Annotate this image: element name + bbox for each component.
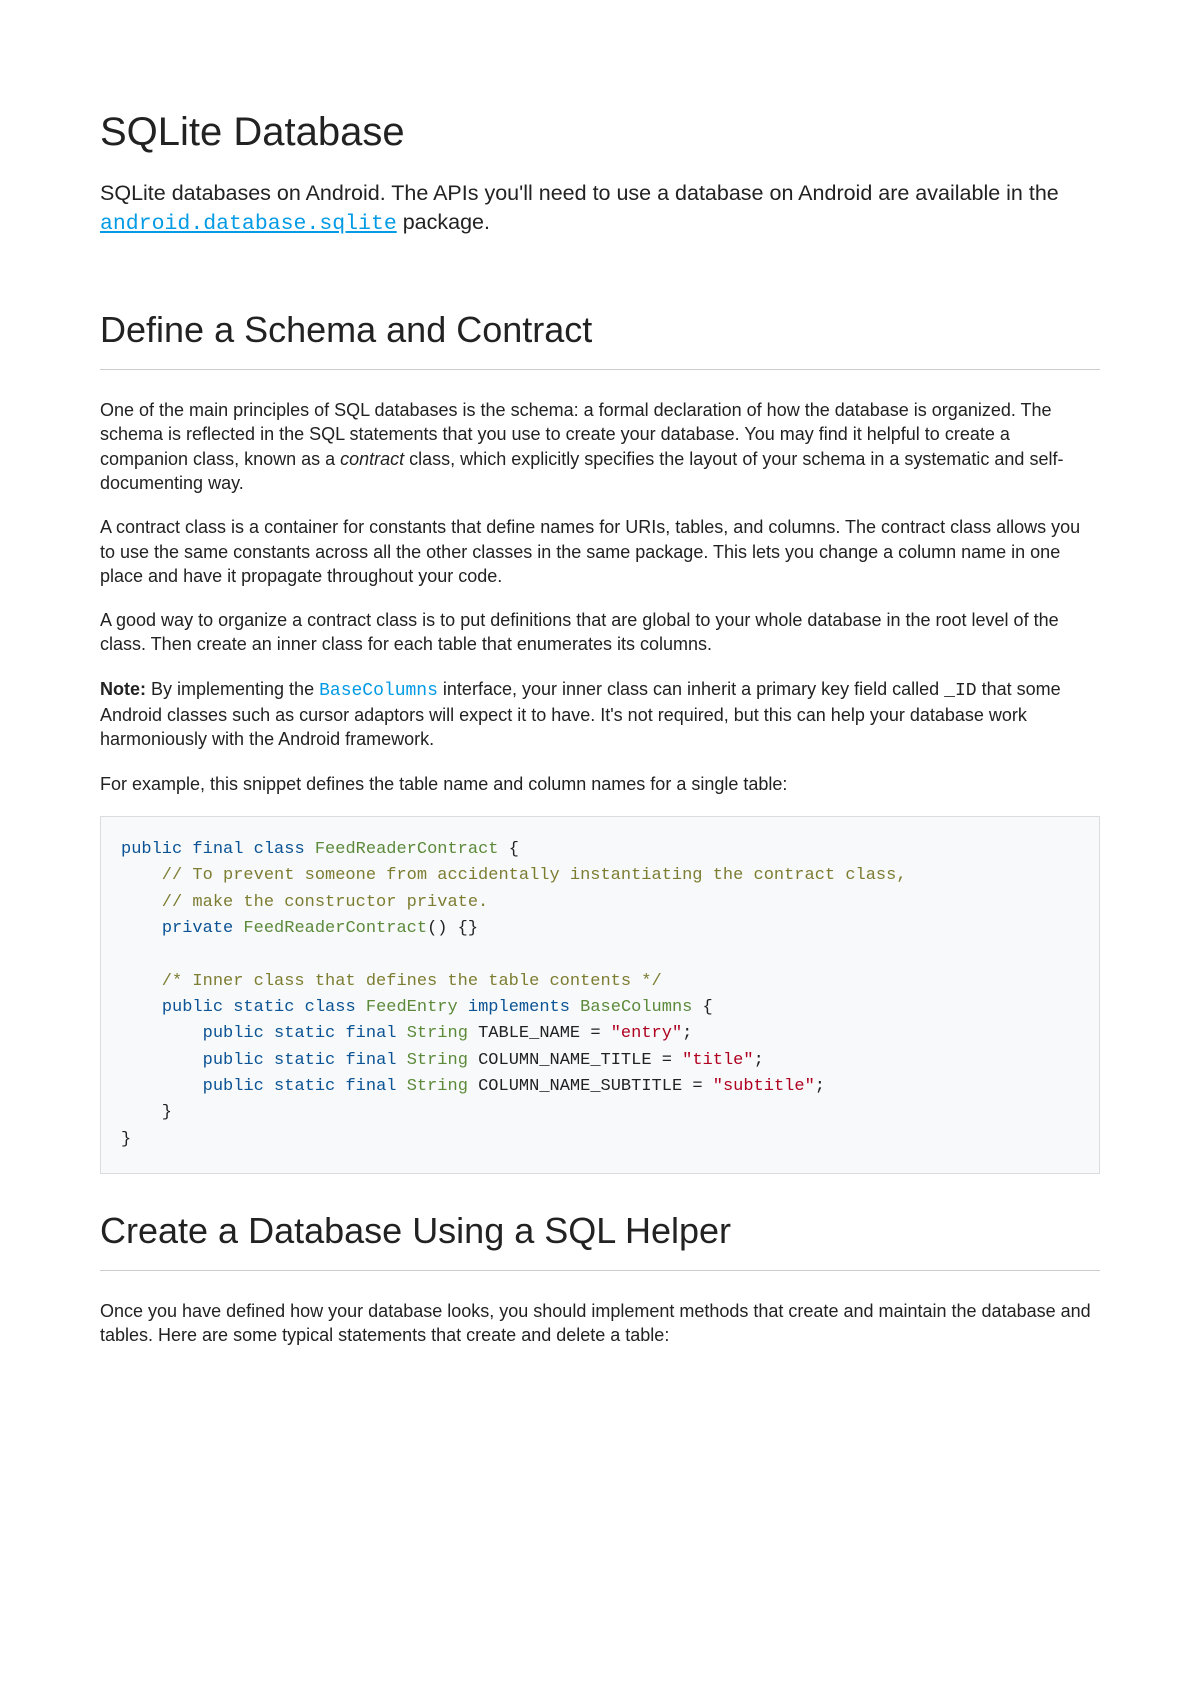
- kw: public: [162, 998, 223, 1017]
- kw: class: [254, 840, 305, 859]
- kw: final: [192, 840, 243, 859]
- note-b: interface, your inner class can inherit …: [438, 679, 944, 699]
- schema-paragraph-3: A good way to organize a contract class …: [100, 608, 1100, 657]
- package-link[interactable]: android.database.sqlite: [100, 212, 397, 236]
- type: String: [407, 1051, 468, 1070]
- helper-paragraph-1: Once you have defined how your database …: [100, 1299, 1100, 1348]
- indent: [121, 998, 162, 1017]
- comment: // To prevent someone from accidentally …: [121, 866, 907, 885]
- note-a: By implementing the: [146, 679, 319, 699]
- schema-paragraph-1: One of the main principles of SQL databa…: [100, 398, 1100, 495]
- var-name: COLUMN_NAME_TITLE =: [468, 1051, 682, 1070]
- var-name: COLUMN_NAME_SUBTITLE =: [468, 1077, 713, 1096]
- kw: final: [345, 1077, 396, 1096]
- kw: final: [345, 1051, 396, 1070]
- pun: {: [499, 840, 519, 859]
- string: "title": [682, 1051, 753, 1070]
- type: String: [407, 1077, 468, 1096]
- kw: public: [203, 1024, 264, 1043]
- kw: static: [274, 1077, 335, 1096]
- kw: public: [203, 1077, 264, 1096]
- schema-paragraph-2: A contract class is a container for cons…: [100, 515, 1100, 588]
- intro-text-pre: SQLite databases on Android. The APIs yo…: [100, 181, 1059, 205]
- page-title: SQLite Database: [100, 110, 1100, 155]
- indent: [121, 1024, 203, 1043]
- class-name: FeedEntry: [366, 998, 458, 1017]
- section-heading-helper: Create a Database Using a SQL Helper: [100, 1210, 1100, 1252]
- indent: [121, 1077, 203, 1096]
- schema-note: Note: By implementing the BaseColumns in…: [100, 677, 1100, 752]
- ctor-name: FeedReaderContract: [233, 919, 427, 938]
- section-divider: [100, 1270, 1100, 1271]
- pun: {: [692, 998, 712, 1017]
- contract-em: contract: [340, 449, 404, 469]
- pun: }: [121, 1103, 172, 1122]
- id-literal: _ID: [944, 681, 976, 701]
- indent: [121, 1051, 203, 1070]
- comment: /* Inner class that defines the table co…: [121, 972, 662, 991]
- kw: implements: [468, 998, 570, 1017]
- var-name: TABLE_NAME =: [468, 1024, 611, 1043]
- string: "entry": [611, 1024, 682, 1043]
- pun: ;: [754, 1051, 764, 1070]
- schema-paragraph-5: For example, this snippet defines the ta…: [100, 772, 1100, 796]
- kw: private: [162, 919, 233, 938]
- kw: public: [203, 1051, 264, 1070]
- class-name: BaseColumns: [580, 998, 692, 1017]
- pun: }: [121, 1130, 131, 1149]
- intro-paragraph: SQLite databases on Android. The APIs yo…: [100, 179, 1100, 239]
- type: String: [407, 1024, 468, 1043]
- pun: ;: [815, 1077, 825, 1096]
- document-page: SQLite Database SQLite databases on Andr…: [0, 0, 1200, 1697]
- string: "subtitle": [713, 1077, 815, 1096]
- kw: static: [274, 1024, 335, 1043]
- indent: [121, 919, 162, 938]
- kw: static: [233, 998, 294, 1017]
- intro-text-post: package.: [397, 210, 490, 234]
- kw: class: [305, 998, 356, 1017]
- section-divider: [100, 369, 1100, 370]
- pun: ;: [682, 1024, 692, 1043]
- class-name: FeedReaderContract: [315, 840, 499, 859]
- kw: static: [274, 1051, 335, 1070]
- code-block-contract: public final class FeedReaderContract { …: [100, 816, 1100, 1174]
- basecolumns-link[interactable]: BaseColumns: [319, 681, 438, 701]
- comment: // make the constructor private.: [121, 893, 488, 912]
- kw: public: [121, 840, 182, 859]
- kw: final: [345, 1024, 396, 1043]
- note-label: Note:: [100, 679, 146, 699]
- pun: () {}: [427, 919, 478, 938]
- section-heading-schema: Define a Schema and Contract: [100, 309, 1100, 351]
